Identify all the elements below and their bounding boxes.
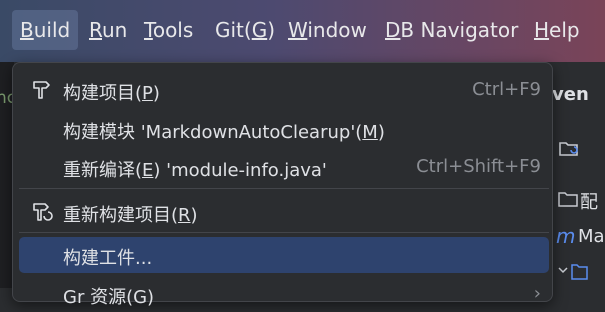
reload-folder-icon[interactable] (558, 138, 580, 158)
menu-tools-label: ools (152, 18, 194, 42)
mnemonic: M (362, 122, 378, 143)
menu-item-label: 构建模块 'MarkdownAutoClearup'(M) (63, 118, 385, 144)
menu-tools-mnemonic: T (144, 18, 153, 42)
menu-db-navigator[interactable]: DB Navigator (377, 10, 526, 50)
shortcut-label: Ctrl+Shift+F9 (416, 156, 541, 177)
menu-bar: Build Run Tools Git(G) Window DB Navigat… (0, 0, 605, 62)
shortcut-label: Ctrl+F9 (472, 79, 541, 100)
menu-window-mnemonic: W (288, 18, 308, 42)
menu-build-mnemonic: B (20, 18, 34, 42)
label-text-end: ) 'module-info.java' (153, 160, 327, 181)
mnemonic: E (142, 160, 154, 181)
label-text-end: 资源(G) (84, 287, 155, 308)
menu-git-label-post: ) (267, 18, 276, 42)
tool-window-title: ven (552, 84, 589, 105)
menu-window[interactable]: Window (280, 10, 375, 50)
menu-build-label: uild (33, 18, 71, 42)
label-text: Gr (63, 287, 85, 308)
maven-m-icon: m (556, 224, 576, 248)
menu-item-label: Gr 资源(G) (63, 283, 154, 309)
folder-icon (558, 192, 578, 207)
menu-db-navigator-mnemonic: D (385, 18, 401, 42)
menu-git[interactable]: Git(G) (207, 10, 283, 50)
menu-build[interactable]: Build (12, 10, 79, 50)
menu-item-recompile[interactable]: 重新编译(E) 'module-info.java' Ctrl+Shift+F9 (19, 149, 549, 185)
label-text: 重新编译( (63, 160, 143, 181)
menu-separator (19, 188, 549, 189)
menu-item-label: 重新构建项目(R) (63, 201, 198, 227)
menu-help-label: elp (549, 18, 580, 42)
tree-row-config[interactable]: 配 (580, 188, 598, 214)
menu-item-build-module[interactable]: 构建模块 'MarkdownAutoClearup'(M) (19, 111, 549, 147)
build-hammer-icon (33, 81, 50, 99)
menu-help[interactable]: Help (526, 10, 588, 50)
mnemonic: P (142, 83, 153, 104)
build-menu-dropdown: 构建项目(P) Ctrl+F9 构建模块 'MarkdownAutoClearu… (12, 62, 553, 308)
menu-item-label: 构建项目(P) (63, 79, 160, 105)
menu-db-navigator-label: B Navigator (400, 18, 519, 42)
menu-item-label: 构建工件... (63, 248, 153, 269)
menu-item-label: 重新编译(E) 'module-info.java' (63, 156, 327, 182)
label-text: 构建项目( (63, 83, 143, 104)
submenu-arrow-icon: › (533, 283, 541, 304)
menu-run[interactable]: Run (81, 10, 135, 50)
label-text: 构建模块 'MarkdownAutoClearup'( (63, 122, 363, 143)
menu-run-mnemonic: R (89, 18, 102, 42)
menu-git-mnemonic: G (251, 18, 268, 42)
label-text-end: ) (377, 122, 385, 143)
label-text-end: ) (190, 205, 198, 226)
tree-row-maven[interactable]: Ma (578, 226, 605, 247)
label-text-end: ) (152, 83, 160, 104)
menu-item-rebuild-project[interactable]: 重新构建项目(R) (19, 194, 549, 230)
rebuild-icon (33, 203, 53, 221)
menu-help-mnemonic: H (534, 18, 550, 42)
menu-tools[interactable]: Tools (136, 10, 201, 50)
menu-item-build-project[interactable]: 构建项目(P) Ctrl+F9 (19, 72, 549, 108)
menu-item-resources[interactable]: Gr 资源(G) › (19, 276, 549, 312)
lifecycle-folder-icon (558, 264, 588, 280)
menu-run-label: un (102, 18, 128, 42)
menu-window-label: indow (307, 18, 367, 42)
menu-separator (19, 232, 549, 233)
mnemonic: R (178, 205, 191, 226)
menu-item-build-artifacts[interactable]: 构建工件... (19, 237, 549, 273)
maven-tool-window: ven 配 m Ma (552, 62, 605, 288)
menu-git-label-pre: Git( (215, 18, 252, 42)
label-text: 重新构建项目( (63, 205, 179, 226)
